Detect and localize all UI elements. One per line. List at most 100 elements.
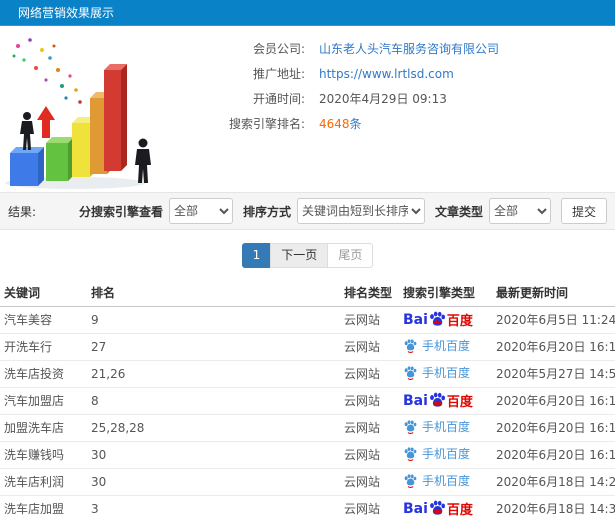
- engine-cell: 手机百度: [403, 468, 496, 496]
- baidu-paw-icon: du: [430, 311, 445, 326]
- baidu-logo: Bai du 百度: [403, 310, 473, 330]
- rank-cell[interactable]: 21,26: [91, 360, 344, 388]
- article-type-select[interactable]: 全部: [488, 198, 551, 224]
- baidu-logo-cn: 百度: [446, 395, 473, 410]
- next-page-button[interactable]: 下一页: [270, 242, 329, 268]
- up-arrow-icon: [37, 106, 55, 138]
- filter-bar: 结果: 分搜索引擎查看 全部 排序方式 关键词由短到长排序 文章类型 全部 提交: [0, 192, 615, 230]
- rank-cell[interactable]: 25,28,28: [91, 414, 344, 442]
- mobile-baidu-label: 手机百度: [422, 366, 471, 380]
- info-row: 会员公司: 山东老人头汽车服务咨询有限公司: [185, 36, 615, 61]
- rank-type-cell: 云网站: [344, 333, 403, 361]
- rank-type-cell: 云网站: [344, 387, 403, 415]
- info-label: 推广地址:: [252, 67, 305, 81]
- baidu-paw-icon: [404, 447, 417, 461]
- mobile-baidu-logo: 手机百度: [403, 472, 470, 489]
- mobile-baidu-logo: 手机百度: [403, 364, 470, 381]
- ranking-table: 关键词 排名 排名类型 搜索引擎类型 最新更新时间 汽车美容 9 云网站 Bai du 百…: [0, 280, 615, 520]
- col-header-engine-type: 搜索引擎类型: [403, 280, 496, 307]
- rank-count-suffix: 条: [349, 117, 362, 131]
- keyword-cell: 汽车美容: [0, 306, 91, 334]
- baidu-logo-cn: 百度: [446, 314, 473, 329]
- baidu-logo-bai: Bai: [403, 311, 428, 328]
- rank-type-cell: 云网站: [344, 414, 403, 442]
- mobile-baidu-label: 手机百度: [422, 420, 471, 434]
- updated-cell: 2020年6月18日 14:27: [496, 468, 615, 496]
- info-list: 会员公司: 山东老人头汽车服务咨询有限公司 推广地址: https://www.lrt…: [185, 26, 615, 136]
- page-number-current[interactable]: 1: [241, 242, 272, 268]
- sort-filter-select[interactable]: 关键词由短到长排序: [296, 198, 425, 224]
- col-header-rank: 排名: [91, 280, 344, 307]
- updated-cell: 2020年5月27日 14:58: [496, 360, 615, 388]
- keyword-cell: 洗车赚钱吗: [0, 441, 91, 469]
- baidu-paw-icon: du: [430, 500, 445, 515]
- col-header-keyword: 关键词: [0, 280, 91, 307]
- table-header-row: 关键词 排名 排名类型 搜索引擎类型 最新更新时间: [0, 280, 615, 307]
- keyword-cell: 加盟洗车店: [0, 414, 91, 442]
- updated-cell: 2020年6月20日 16:12: [496, 441, 615, 469]
- info-label: 会员公司:: [252, 42, 305, 56]
- table-row: 加盟洗车店 25,28,28 云网站 手机百度 2020年6月20日 16:11: [0, 414, 615, 442]
- baidu-logo: Bai du 百度: [403, 499, 473, 519]
- rank-count-number: 4648: [319, 117, 350, 131]
- baidu-logo-cn: 百度: [446, 503, 473, 518]
- baidu-logo: Bai du 百度: [403, 391, 473, 411]
- keyword-cell: 汽车加盟店: [0, 387, 91, 415]
- page-title: 网络营销效果展示: [0, 0, 615, 26]
- rank-cell[interactable]: 8: [91, 387, 344, 415]
- keyword-cell: 开洗车行: [0, 333, 91, 361]
- engine-cell: 手机百度: [403, 360, 496, 388]
- table-body: 汽车美容 9 云网站 Bai du 百度 2020年6月5日 11:24 开洗车行 27 云网站手…: [0, 306, 615, 520]
- businessman-right: [135, 138, 151, 183]
- company-info-panel: 会员公司: 山东老人头汽车服务咨询有限公司 推广地址: https://www.lrt…: [0, 26, 615, 192]
- rank-cell[interactable]: 30: [91, 468, 344, 496]
- engine-cell: Bai du 百度: [403, 495, 496, 520]
- info-row: 开通时间: 2020年4月29日 09:13: [185, 86, 615, 111]
- baidu-logo-bai: Bai: [403, 500, 428, 517]
- article-type-label: 文章类型: [434, 204, 483, 219]
- baidu-paw-icon: [404, 339, 417, 353]
- updated-cell: 2020年6月5日 11:24: [496, 306, 615, 334]
- businessman-left: [20, 112, 34, 150]
- svg-text:du: du: [434, 401, 442, 407]
- keyword-cell: 洗车店投资: [0, 360, 91, 388]
- rank-type-cell: 云网站: [344, 468, 403, 496]
- baidu-paw-icon: [404, 420, 417, 434]
- info-label: 开通时间:: [252, 92, 305, 106]
- rank-type-cell: 云网站: [344, 495, 403, 520]
- engine-cell: Bai du 百度: [403, 306, 496, 334]
- info-value-link[interactable]: https://www.lrtlsd.com: [319, 67, 454, 81]
- mobile-baidu-label: 手机百度: [422, 339, 471, 353]
- rank-cell[interactable]: 30: [91, 441, 344, 469]
- last-page-button[interactable]: 尾页: [327, 242, 374, 268]
- baidu-paw-icon: [404, 366, 417, 380]
- engine-rank-count: 4648条: [319, 115, 362, 132]
- updated-cell: 2020年6月20日 16:11: [496, 414, 615, 442]
- submit-button[interactable]: 提交: [560, 198, 607, 224]
- engine-cell: 手机百度: [403, 414, 496, 442]
- engine-cell: 手机百度: [403, 333, 496, 361]
- baidu-logo-bai: Bai: [403, 392, 428, 409]
- mobile-baidu-label: 手机百度: [422, 447, 471, 461]
- table-row: 汽车加盟店 8 云网站 Bai du 百度 2020年6月20日 16:12: [0, 387, 615, 415]
- info-value: 2020年4月29日 09:13: [319, 92, 447, 106]
- info-label: 搜索引擎排名:: [228, 117, 305, 131]
- keyword-cell: 洗车店利润: [0, 468, 91, 496]
- table-row: 洗车店投资 21,26 云网站 手机百度 2020年5月27日 14:58: [0, 360, 615, 388]
- engine-filter-select[interactable]: 全部: [168, 198, 233, 224]
- rank-cell[interactable]: 27: [91, 333, 344, 361]
- engine-filter-label: 分搜索引擎查看: [78, 204, 163, 219]
- table-row: 洗车店加盟 3 云网站 Bai du 百度 2020年6月18日 14:30: [0, 495, 615, 520]
- result-label: 结果:: [8, 204, 37, 219]
- table-row: 汽车美容 9 云网站 Bai du 百度 2020年6月5日 11:24: [0, 306, 615, 334]
- baidu-paw-icon: du: [430, 392, 445, 407]
- col-header-updated: 最新更新时间: [496, 280, 615, 307]
- updated-cell: 2020年6月18日 14:30: [496, 495, 615, 520]
- pagination: 1 下一页 尾页: [0, 230, 615, 280]
- svg-text:du: du: [434, 320, 442, 326]
- confetti-dots: [12, 38, 82, 104]
- rank-cell[interactable]: 3: [91, 495, 344, 520]
- rank-cell[interactable]: 9: [91, 306, 344, 334]
- info-value-link[interactable]: 山东老人头汽车服务咨询有限公司: [319, 40, 499, 57]
- table-row: 开洗车行 27 云网站 手机百度 2020年6月20日 16:16: [0, 333, 615, 361]
